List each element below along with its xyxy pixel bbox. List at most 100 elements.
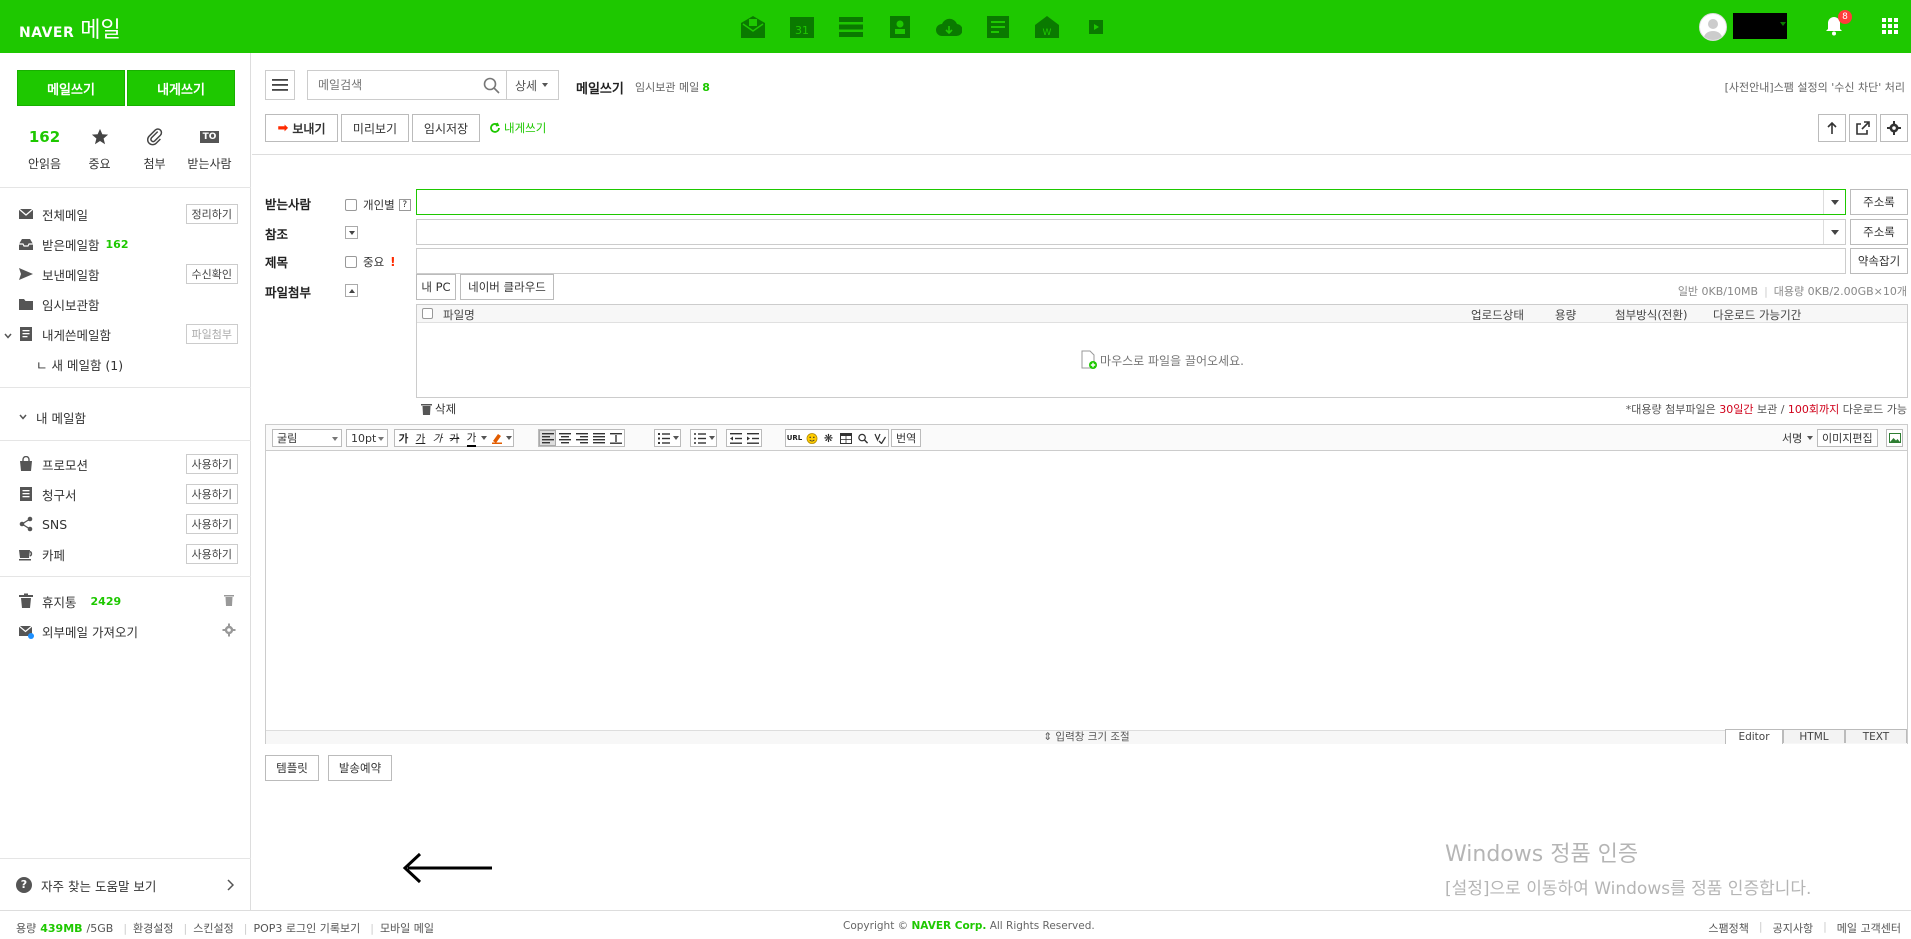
font-family-select[interactable]: 굴림 <box>272 429 342 447</box>
footer-link-notice[interactable]: 공지사항 <box>1773 920 1813 936</box>
schedule-send-button[interactable]: 발송예약 <box>328 755 392 781</box>
notice-link[interactable]: [사전안내]스팸 설정의 '수신 차단' 처리 <box>1725 79 1905 95</box>
bold-button[interactable]: 가 <box>395 430 412 446</box>
my-mailbox-toggle[interactable]: 내 메일함 <box>18 406 238 428</box>
folder-self-sent[interactable]: 내게쓴메일함 파일첨부 <box>4 323 238 345</box>
appointment-button[interactable]: 약속잡기 <box>1850 248 1908 274</box>
highlight-button[interactable] <box>488 430 505 446</box>
font-color-dropdown[interactable] <box>480 430 488 446</box>
menu-toggle-button[interactable] <box>265 70 295 100</box>
file-drop-zone[interactable]: 마우스로 파일을 끌어오세요. <box>417 323 1907 397</box>
to-input[interactable] <box>416 189 1846 215</box>
use-button[interactable]: 사용하기 <box>185 514 238 534</box>
copyright-brand[interactable]: NAVER Corp. <box>912 920 987 932</box>
save-draft-button[interactable]: 임시저장 <box>412 114 480 142</box>
office-icon[interactable]: W <box>1034 14 1060 40</box>
editor-resize-handle[interactable]: ⇕ 입력창 크기 조절 <box>266 730 1907 744</box>
settings-button[interactable] <box>1880 114 1908 142</box>
highlight-dropdown[interactable] <box>505 430 513 446</box>
compose-button[interactable]: 메일쓰기 <box>17 70 125 106</box>
memo-icon[interactable] <box>985 14 1011 40</box>
cc-input[interactable] <box>416 219 1846 245</box>
folder-inbox[interactable]: 받은메일함 162 <box>18 233 238 255</box>
folder-new-mailbox[interactable]: ㄴ 새 메일함 (1) <box>36 353 256 375</box>
cloud-icon[interactable] <box>936 14 962 40</box>
underline-button[interactable]: 가 <box>412 430 429 446</box>
external-mail-import[interactable]: 외부메일 가져오기 <box>18 620 238 642</box>
align-center-button[interactable] <box>556 430 573 446</box>
template-button[interactable]: 템플릿 <box>265 755 319 781</box>
search-input[interactable] <box>308 78 468 92</box>
outdent-button[interactable] <box>727 430 744 446</box>
footer-link-support[interactable]: 메일 고객센터 <box>1837 920 1901 936</box>
app-bill[interactable]: 청구서 사용하기 <box>18 483 238 505</box>
insert-link-button[interactable]: URL <box>786 430 803 446</box>
app-cafe[interactable]: 카페 사용하기 <box>18 543 238 565</box>
indent-button[interactable] <box>744 430 761 446</box>
personal-checkbox[interactable] <box>345 199 357 211</box>
app-promotion[interactable]: 프로모션 사용하기 <box>18 453 238 475</box>
to-dropdown-button[interactable] <box>1823 190 1845 214</box>
align-left-button[interactable] <box>539 430 556 446</box>
insert-image-button[interactable] <box>1886 429 1903 447</box>
emoticon-button[interactable] <box>803 430 820 446</box>
app-grid-icon[interactable] <box>1882 18 1898 34</box>
align-justify-button[interactable] <box>590 430 607 446</box>
folder-sent[interactable]: 보낸메일함 수신확인 <box>18 263 238 285</box>
find-replace-button[interactable] <box>854 430 871 446</box>
italic-button[interactable]: 가 <box>429 430 446 446</box>
select-all-files-checkbox[interactable] <box>422 308 433 319</box>
contacts-icon[interactable] <box>887 14 913 40</box>
search-icon[interactable] <box>483 77 500 94</box>
help-link[interactable]: ? 자주 찾는 도움말 보기 <box>16 874 236 896</box>
preview-button[interactable]: 미리보기 <box>341 114 409 142</box>
footer-link-mobile[interactable]: 모바일 메일 <box>380 920 434 936</box>
folder-drafts[interactable]: 임시보관함 <box>18 293 238 315</box>
spellcheck-button[interactable] <box>871 430 888 446</box>
bullet-list-button[interactable] <box>691 430 708 446</box>
organize-button[interactable]: 정리하기 <box>185 204 238 224</box>
naver-mail-logo[interactable]: NAVER 메일 <box>19 12 121 44</box>
font-size-select[interactable]: 10pt <box>346 429 388 447</box>
detail-search-button[interactable]: 상세 <box>506 70 559 100</box>
line-height-button[interactable] <box>607 430 624 446</box>
editor-body[interactable] <box>266 451 1907 730</box>
important-checkbox[interactable] <box>345 256 357 268</box>
popup-window-button[interactable] <box>1849 114 1877 142</box>
tab-editor[interactable]: Editor <box>1725 729 1783 744</box>
translate-button[interactable]: 번역 <box>891 429 922 447</box>
delete-files-button[interactable]: 삭제 <box>421 401 456 417</box>
attach-collapse-button[interactable] <box>345 284 358 297</box>
naver-cloud-button[interactable]: 네이버 클라우드 <box>460 274 554 300</box>
chevron-down-icon[interactable] <box>4 329 12 339</box>
insert-table-button[interactable] <box>837 430 854 446</box>
tab-html[interactable]: HTML <box>1783 729 1845 743</box>
quick-important[interactable]: 중요 <box>72 125 127 172</box>
cc-address-book-button[interactable]: 주소록 <box>1850 219 1908 245</box>
upload-button[interactable] <box>1818 114 1846 142</box>
align-right-button[interactable] <box>573 430 590 446</box>
use-button[interactable]: 사용하기 <box>185 544 238 564</box>
user-name-redacted[interactable] <box>1733 13 1787 39</box>
numbered-list-dropdown[interactable] <box>672 430 680 446</box>
quick-attachment[interactable]: 첨부 <box>127 125 182 172</box>
my-pc-button[interactable]: 내 PC <box>416 274 456 300</box>
personal-send-option[interactable]: 개인별 ? <box>345 197 411 213</box>
important-option[interactable]: 중요 ! <box>345 254 396 270</box>
self-compose-button[interactable]: 내게쓰기 <box>127 70 235 106</box>
bullet-list-dropdown[interactable] <box>708 430 716 446</box>
special-char-button[interactable]: ❋ <box>820 430 837 446</box>
user-menu-caret-icon[interactable] <box>1780 22 1786 26</box>
footer-link-pop3[interactable]: POP3 로그인 기록보기 <box>253 920 360 936</box>
self-write-link[interactable]: 내게쓰기 <box>489 120 546 136</box>
cc-dropdown-button[interactable] <box>1823 220 1845 244</box>
attach-files-button[interactable]: 파일첨부 <box>185 324 238 344</box>
send-button[interactable]: ➡ 보내기 <box>265 114 338 142</box>
font-color-button[interactable]: 가 <box>463 430 480 447</box>
empty-trash-icon[interactable] <box>222 593 236 607</box>
use-button[interactable]: 사용하기 <box>185 454 238 474</box>
folder-all-mail[interactable]: 전체메일 정리하기 <box>18 203 238 225</box>
mail-write-icon[interactable] <box>740 14 766 40</box>
image-edit-button[interactable]: 이미지편집 <box>1817 429 1878 447</box>
tab-text[interactable]: TEXT <box>1845 729 1907 743</box>
